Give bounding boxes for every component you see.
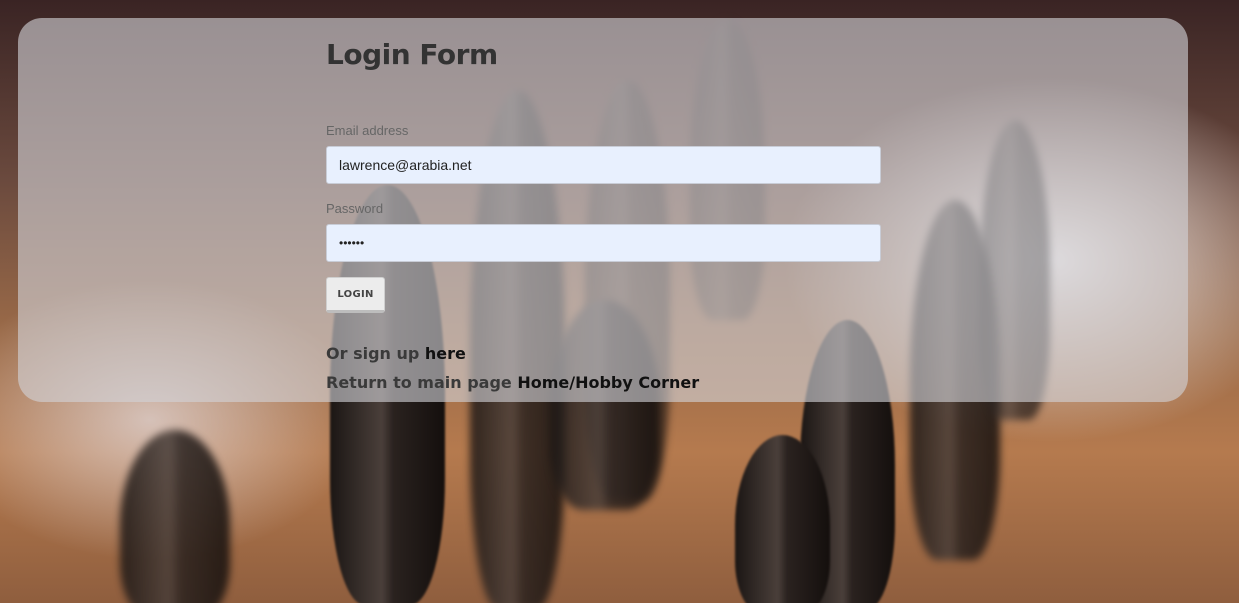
page-title: Login Form — [326, 38, 498, 71]
return-prefix: Return to main page — [326, 373, 518, 392]
return-line: Return to main page Home/Hobby Corner — [326, 373, 699, 392]
signup-prefix: Or sign up — [326, 344, 425, 363]
password-field[interactable]: •••••• — [326, 224, 881, 262]
password-label: Password — [326, 201, 384, 216]
login-button[interactable]: LOGIN — [326, 277, 385, 313]
email-label: Email address — [326, 123, 409, 138]
home-link[interactable]: Home/Hobby Corner — [517, 373, 699, 392]
email-field[interactable]: lawrence@arabia.net — [326, 146, 881, 184]
signup-link[interactable]: here — [425, 344, 466, 363]
signup-line: Or sign up here — [326, 344, 466, 363]
login-panel — [18, 18, 1188, 402]
